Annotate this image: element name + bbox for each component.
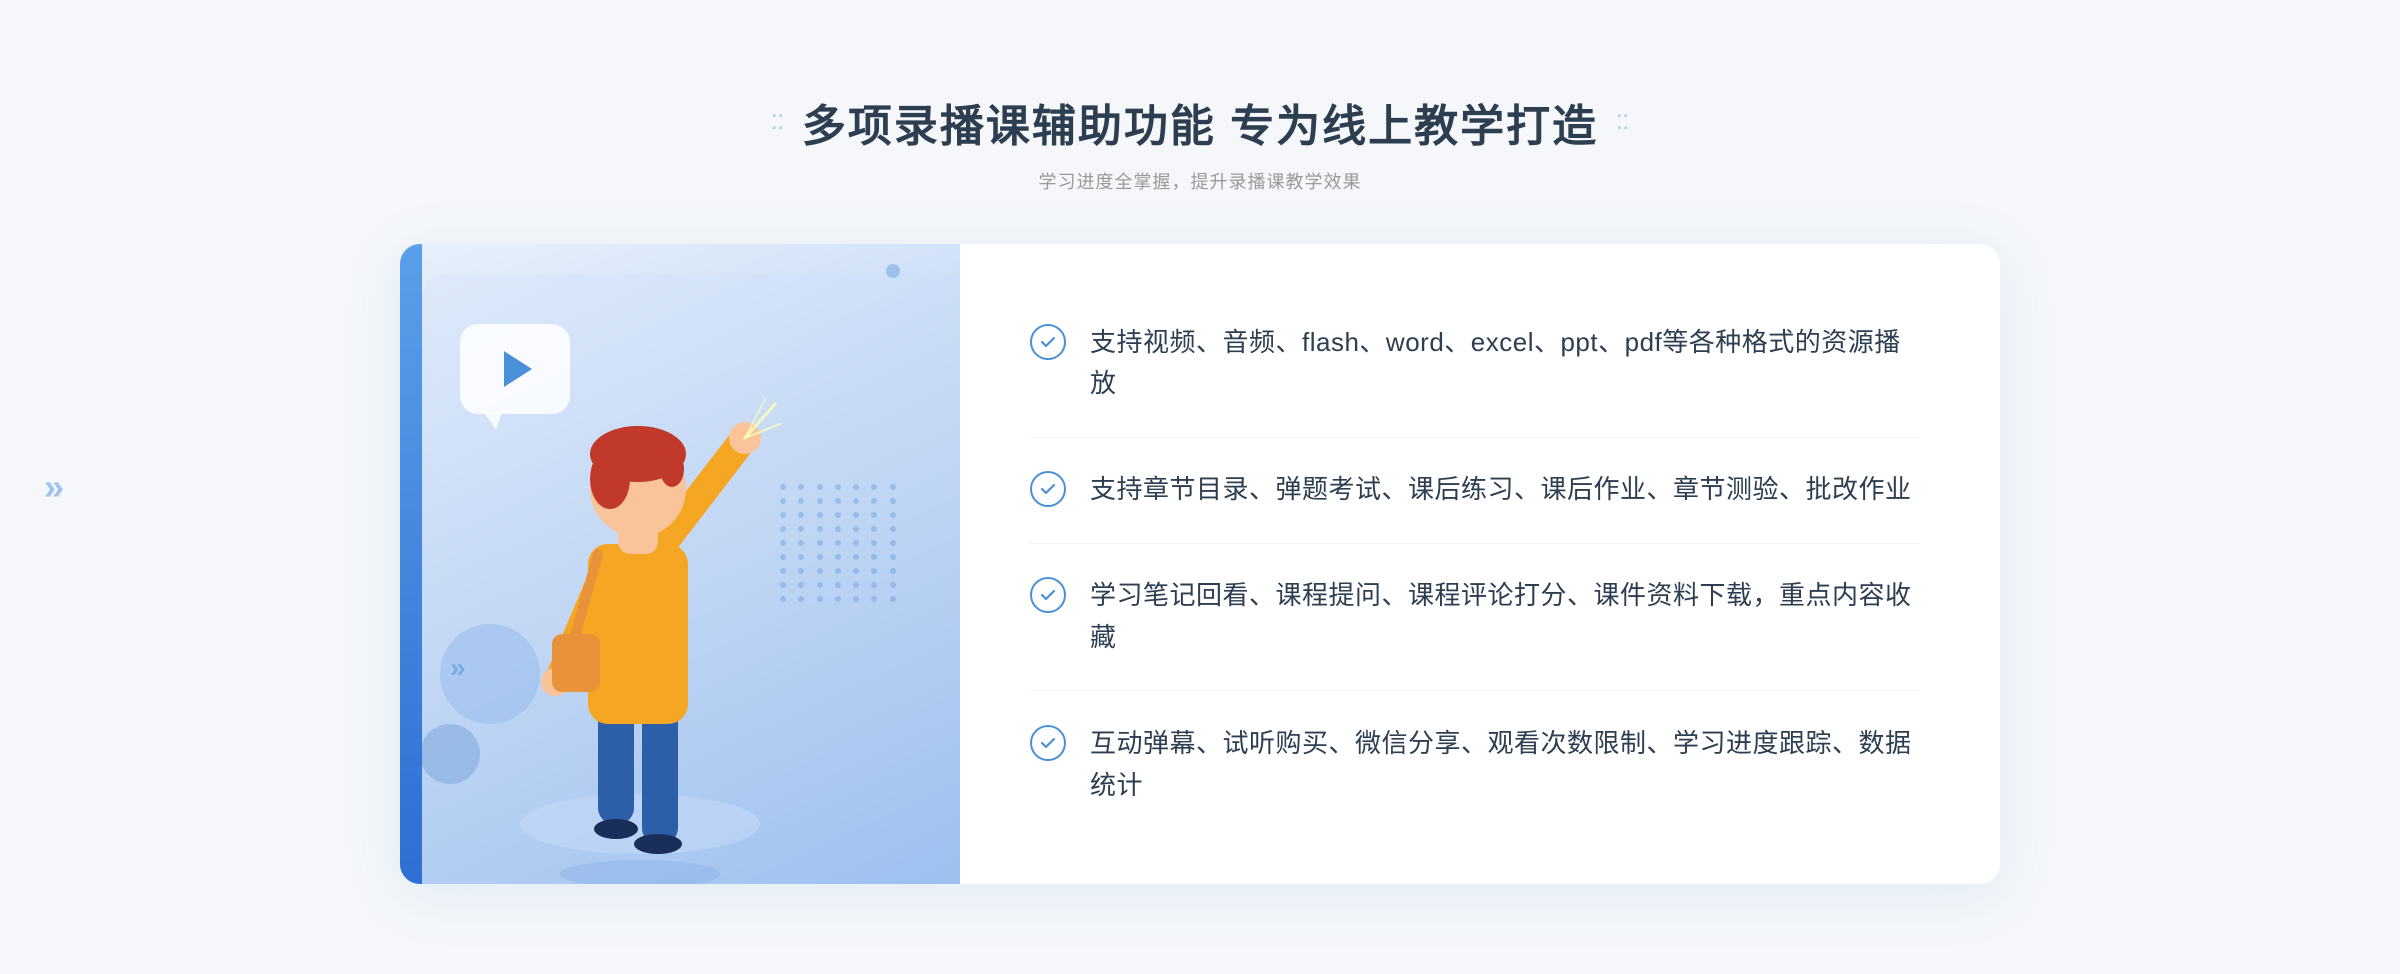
feature-text-4: 互动弹幕、试听购买、微信分享、观看次数限制、学习进度跟踪、数据统计 — [1090, 723, 1920, 806]
check-icon-2 — [1030, 471, 1066, 507]
sparkle-left-icon: ⁚⁚ — [771, 110, 784, 135]
feature-text-2: 支持章节目录、弹题考试、课后练习、课后作业、章节测验、批改作业 — [1090, 469, 1912, 511]
feature-text-1: 支持视频、音频、flash、word、excel、ppt、pdf等各种格式的资源… — [1090, 322, 1920, 405]
feature-item-4: 互动弹幕、试听购买、微信分享、观看次数限制、学习进度跟踪、数据统计 — [1030, 713, 1920, 816]
feature-item-2: 支持章节目录、弹题考试、课后练习、课后作业、章节测验、批改作业 — [1030, 459, 1920, 521]
divider-3 — [1030, 690, 1920, 691]
page-wrapper: ⁚⁚ 多项录播课辅助功能 专为线上教学打造 ⁚⁚ 学习进度全掌握，提升录播课教学… — [0, 0, 2400, 974]
circle-decoration-2 — [420, 724, 480, 784]
arrow-left-icon: » — [450, 652, 466, 684]
check-icon-3 — [1030, 577, 1066, 613]
header-section: ⁚⁚ 多项录播课辅助功能 专为线上教学打造 ⁚⁚ 学习进度全掌握，提升录播课教学… — [771, 90, 1629, 194]
left-illustration-panel: » — [400, 244, 960, 884]
feature-item-1: 支持视频、音频、flash、word、excel、ppt、pdf等各种格式的资源… — [1030, 312, 1920, 415]
check-icon-4 — [1030, 725, 1066, 761]
divider-1 — [1030, 437, 1920, 438]
small-circle-deco — [886, 264, 900, 278]
blue-strip-decoration — [400, 244, 422, 884]
page-left-arrow-icon[interactable]: » — [44, 466, 64, 508]
content-card: » — [400, 244, 2000, 884]
sparkle-right-icon: ⁚⁚ — [1616, 110, 1629, 135]
feature-text-3: 学习笔记回看、课程提问、课程评论打分、课件资料下载，重点内容收藏 — [1090, 575, 1920, 658]
feature-item-3: 学习笔记回看、课程提问、课程评论打分、课件资料下载，重点内容收藏 — [1030, 565, 1920, 668]
header-title-row: ⁚⁚ 多项录播课辅助功能 专为线上教学打造 ⁚⁚ — [771, 90, 1629, 154]
person-illustration — [480, 344, 800, 884]
right-features-panel: 支持视频、音频、flash、word、excel、ppt、pdf等各种格式的资源… — [960, 244, 2000, 884]
divider-2 — [1030, 543, 1920, 544]
check-icon-1 — [1030, 324, 1066, 360]
page-subtitle: 学习进度全掌握，提升录播课教学效果 — [771, 168, 1629, 194]
page-title: 多项录播课辅助功能 专为线上教学打造 — [802, 90, 1598, 154]
